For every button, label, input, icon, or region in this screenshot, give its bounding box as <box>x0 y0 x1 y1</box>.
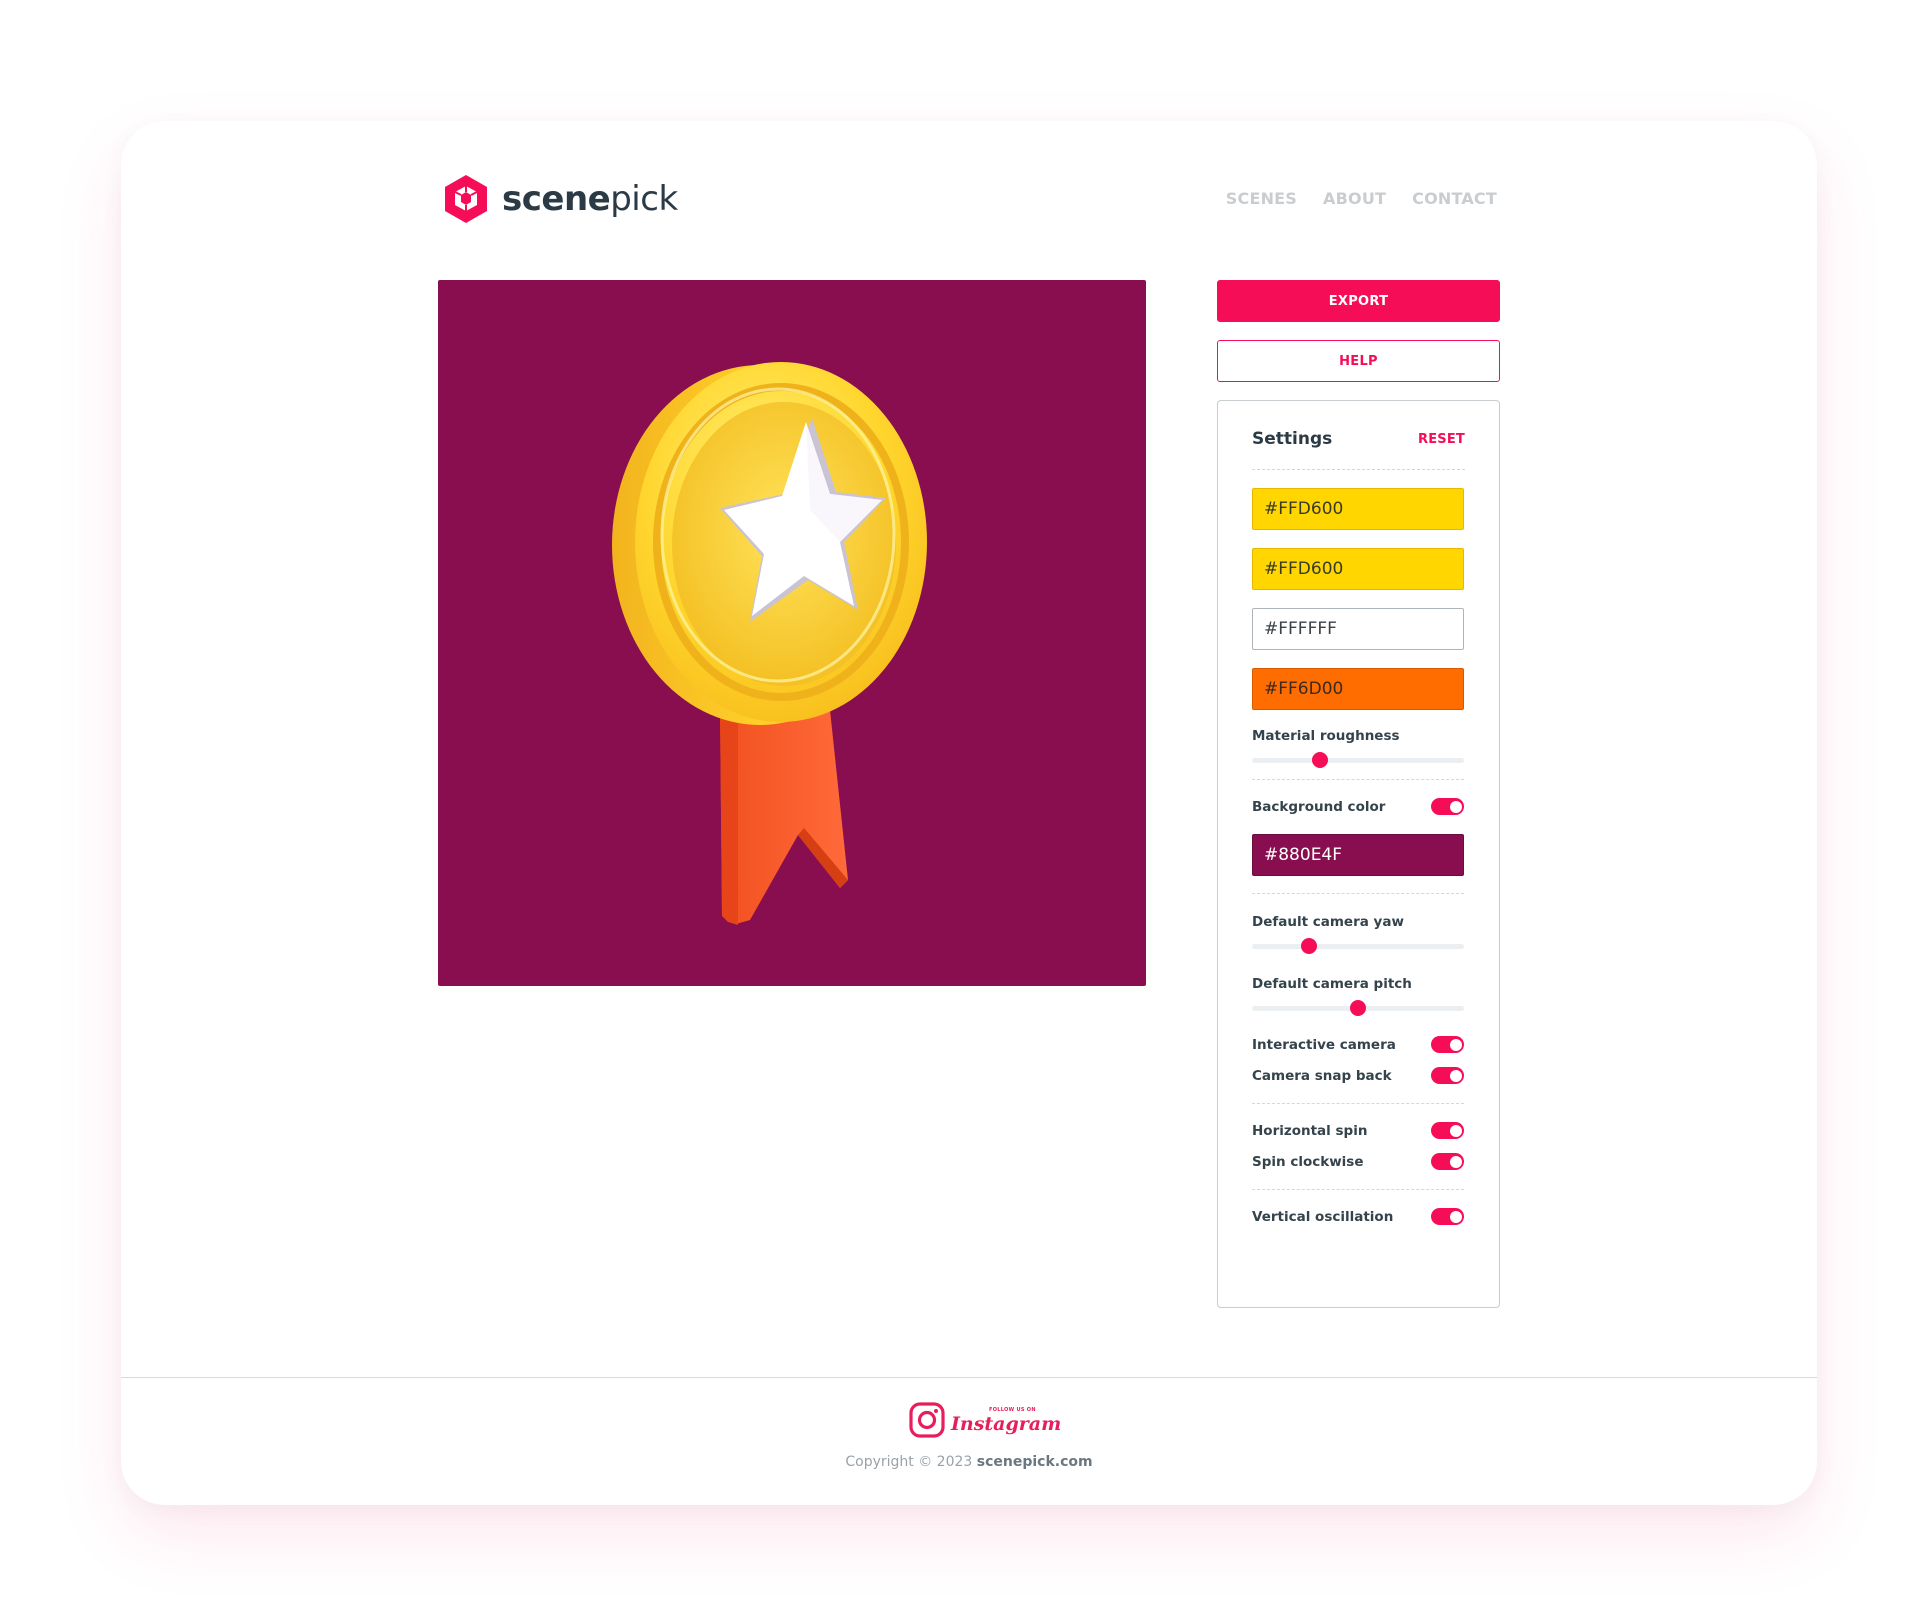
horizontal-spin-label: Horizontal spin <box>1252 1122 1368 1139</box>
vertical-oscillation-toggle[interactable] <box>1431 1208 1464 1225</box>
camera-snap-back-toggle[interactable] <box>1431 1067 1464 1084</box>
logo-name-bold: scene <box>502 179 611 219</box>
slider-knob[interactable] <box>1350 1000 1366 1016</box>
scene-viewport[interactable] <box>438 280 1146 986</box>
logo-name-light: pick <box>610 179 678 219</box>
interactive-camera-label: Interactive camera <box>1252 1036 1396 1053</box>
divider <box>1252 779 1464 780</box>
main-nav: SCENES ABOUT CONTACT <box>1226 189 1497 208</box>
export-button[interactable]: EXPORT <box>1217 280 1500 322</box>
background-color-label: Background color <box>1252 798 1386 815</box>
nav-scenes[interactable]: SCENES <box>1226 189 1297 208</box>
settings-panel: Settings RESET #FFD600 #FFD600 #FFFFFF #… <box>1217 400 1500 1308</box>
instagram-follow-text: FOLLOW US ON <box>989 1407 1036 1413</box>
logo-cube-icon <box>445 175 487 223</box>
spin-clockwise-toggle[interactable] <box>1431 1153 1464 1170</box>
vertical-oscillation-label: Vertical oscillation <box>1252 1208 1394 1225</box>
copyright: Copyright © 2023 scenepick.com <box>121 1454 1817 1470</box>
slider-knob[interactable] <box>1311 752 1328 768</box>
instagram-icon <box>909 1402 945 1438</box>
footer-divider <box>121 1377 1817 1378</box>
divider <box>1252 1103 1464 1104</box>
camera-snap-back-label: Camera snap back <box>1252 1067 1392 1084</box>
nav-contact[interactable]: CONTACT <box>1412 189 1497 208</box>
medal-scene <box>438 280 1146 986</box>
settings-title: Settings <box>1252 429 1333 449</box>
camera-pitch-slider[interactable] <box>1252 1000 1464 1016</box>
slider-knob[interactable] <box>1301 938 1318 954</box>
color-field-4[interactable]: #FF6D00 <box>1252 668 1464 710</box>
background-color-toggle[interactable] <box>1431 798 1464 815</box>
page-card: scenepick SCENES ABOUT CONTACT EXPORT HE… <box>121 121 1817 1505</box>
camera-pitch-label: Default camera pitch <box>1252 976 1412 992</box>
color-field-1[interactable]: #FFD600 <box>1252 488 1464 530</box>
material-roughness-slider[interactable] <box>1252 752 1464 768</box>
instagram-link[interactable]: FOLLOW US ON Instagram <box>909 1402 1061 1438</box>
horizontal-spin-toggle[interactable] <box>1431 1122 1464 1139</box>
logo[interactable]: scenepick <box>442 173 678 225</box>
material-roughness-label: Material roughness <box>1252 728 1400 744</box>
side-panel: EXPORT HELP Settings RESET #FFD600 #FFD6… <box>1217 280 1500 1308</box>
logo-wordmark: scenepick <box>502 179 678 219</box>
copyright-prefix: Copyright © 2023 <box>845 1454 977 1470</box>
interactive-camera-toggle[interactable] <box>1431 1036 1464 1053</box>
camera-yaw-label: Default camera yaw <box>1252 914 1404 930</box>
divider <box>1252 1189 1464 1190</box>
divider <box>1252 893 1464 894</box>
reset-button[interactable]: RESET <box>1418 432 1465 447</box>
copyright-site-link[interactable]: scenepick.com <box>977 1454 1093 1470</box>
spin-clockwise-label: Spin clockwise <box>1252 1153 1364 1170</box>
help-button[interactable]: HELP <box>1217 340 1500 382</box>
instagram-wordmark: FOLLOW US ON Instagram <box>951 1402 1061 1438</box>
camera-yaw-slider[interactable] <box>1252 938 1464 954</box>
nav-about[interactable]: ABOUT <box>1323 189 1386 208</box>
settings-header: Settings RESET <box>1252 429 1465 470</box>
background-color-field[interactable]: #880E4F <box>1252 834 1464 876</box>
color-field-3[interactable]: #FFFFFF <box>1252 608 1464 650</box>
color-field-2[interactable]: #FFD600 <box>1252 548 1464 590</box>
